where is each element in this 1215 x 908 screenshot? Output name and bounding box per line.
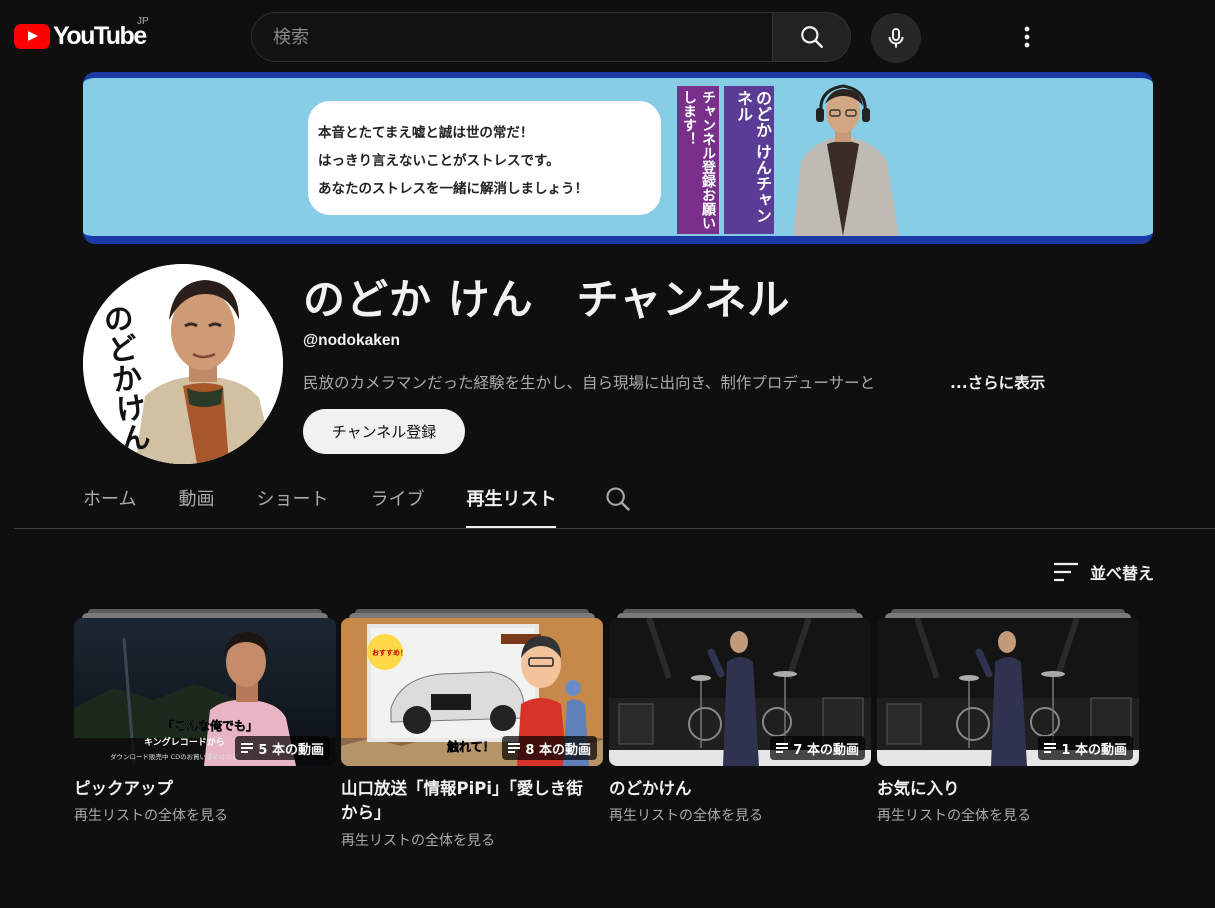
search-icon (606, 487, 630, 511)
video-count: 1 本の動画 (1061, 742, 1127, 758)
video-count-badge: 7 本の動画 (770, 736, 865, 760)
banner-line: はっきり言えないことがストレスです。 (318, 153, 560, 169)
search-bar (251, 12, 851, 62)
playlist-icon (776, 743, 789, 753)
sort-label: 並べ替え (1090, 564, 1155, 583)
search-input[interactable] (273, 26, 772, 48)
sort-button[interactable]: 並べ替え (1053, 560, 1154, 584)
more-options-button[interactable] (1012, 22, 1042, 52)
playlist-icon (241, 743, 254, 753)
tab-playlists[interactable]: 再生リスト (466, 475, 557, 528)
avatar-image: のどかけん (83, 264, 283, 464)
voice-search-button[interactable] (871, 13, 921, 63)
banner-person-image (793, 84, 899, 236)
tabs-divider (14, 528, 1215, 529)
channel-banner: 本音とたてまえ嘘と誠は世の常だ！ はっきり言えないことがストレスです。 あなたの… (83, 72, 1153, 244)
channel-handle: @nodokaken (303, 332, 400, 349)
banner-subscribe-text: チャンネル登録お願いします！ (677, 86, 719, 234)
playlist-thumbnail[interactable]: 1 本の動画 (877, 618, 1139, 766)
logo-text: YouTube (53, 22, 147, 50)
view-full-playlist-link[interactable]: 再生リストの全体を見る (609, 805, 763, 825)
search-box (251, 12, 772, 62)
subscribe-button[interactable]: チャンネル登録 (303, 409, 465, 454)
video-count-badge: 1 本の動画 (1038, 736, 1133, 760)
playlist-thumbnail[interactable]: 7 本の動画 (609, 618, 871, 766)
channel-avatar[interactable]: のどかけん (83, 264, 283, 464)
channel-title: のどか けん チャンネル (303, 275, 791, 324)
banner-channel-text: のどか けんチャンネル (724, 86, 774, 234)
show-more-link[interactable]: ...さらに表示 (950, 371, 1045, 393)
video-count-badge: 5 本の動画 (235, 736, 330, 760)
playlist-thumbnail[interactable]: 「こんな俺でも」 キングレコードから ダウンロード販売中 CDのお買い求めはお近… (74, 618, 336, 766)
playlist-icon (508, 743, 521, 753)
search-icon (800, 26, 823, 48)
search-button[interactable] (772, 12, 851, 62)
thumbnail-caption: 「こんな俺でも」 (162, 718, 258, 733)
video-count: 7 本の動画 (793, 742, 859, 758)
view-full-playlist-link[interactable]: 再生リストの全体を見る (877, 805, 1031, 825)
top-bar: YouTube JP (0, 0, 1215, 72)
tab-shorts[interactable]: ショート (256, 475, 328, 528)
channel-description[interactable]: 民放のカメラマンだった経験を生かし、自ら現場に出向き、制作プロデューサーと (303, 371, 953, 393)
tab-videos[interactable]: 動画 (178, 475, 214, 528)
tab-live[interactable]: ライブ (370, 475, 424, 528)
tab-home[interactable]: ホーム (83, 475, 136, 528)
playlist-title[interactable]: 山口放送「情報PiPi」「愛しき街から」 (341, 777, 591, 825)
video-count-badge: 8 本の動画 (502, 736, 597, 760)
view-full-playlist-link[interactable]: 再生リストの全体を見る (74, 805, 228, 825)
youtube-play-icon (14, 24, 50, 49)
playlist-title[interactable]: ピックアップ (74, 777, 324, 801)
playlist-icon (1044, 743, 1057, 753)
video-count: 8 本の動画 (525, 742, 591, 758)
banner-message: 本音とたてまえ嘘と誠は世の常だ！ はっきり言えないことがストレスです。 あなたの… (308, 101, 661, 215)
tab-search-button[interactable] (604, 485, 632, 513)
thumbnail-badge: おすすめ！ (372, 648, 407, 657)
thumbnail-caption: キングレコードから (144, 736, 225, 748)
more-vertical-icon (1024, 26, 1030, 48)
youtube-logo[interactable]: YouTube JP (14, 16, 149, 51)
banner-line: 本音とたてまえ嘘と誠は世の常だ！ (318, 125, 534, 141)
video-count: 5 本の動画 (258, 742, 324, 758)
channel-tabs: ホーム 動画 ショート ライブ 再生リスト (83, 475, 598, 529)
playlist-thumbnail[interactable]: おすすめ！ 触れて！ 8 本の動画 (341, 618, 603, 766)
playlist-title[interactable]: お気に入り (877, 777, 1127, 801)
sort-icon (1054, 562, 1078, 582)
thumbnail-caption: ダウンロード販売中 CDのお買い求めはお近くの (110, 752, 252, 761)
region-code: JP (137, 16, 149, 27)
view-full-playlist-link[interactable]: 再生リストの全体を見る (341, 830, 495, 850)
playlist-title[interactable]: のどかけん (609, 777, 859, 801)
thumbnail-caption: 触れて！ (447, 739, 495, 754)
banner-line: あなたのストレスを一緒に解消しましょう！ (318, 181, 588, 197)
microphone-icon (888, 28, 904, 48)
